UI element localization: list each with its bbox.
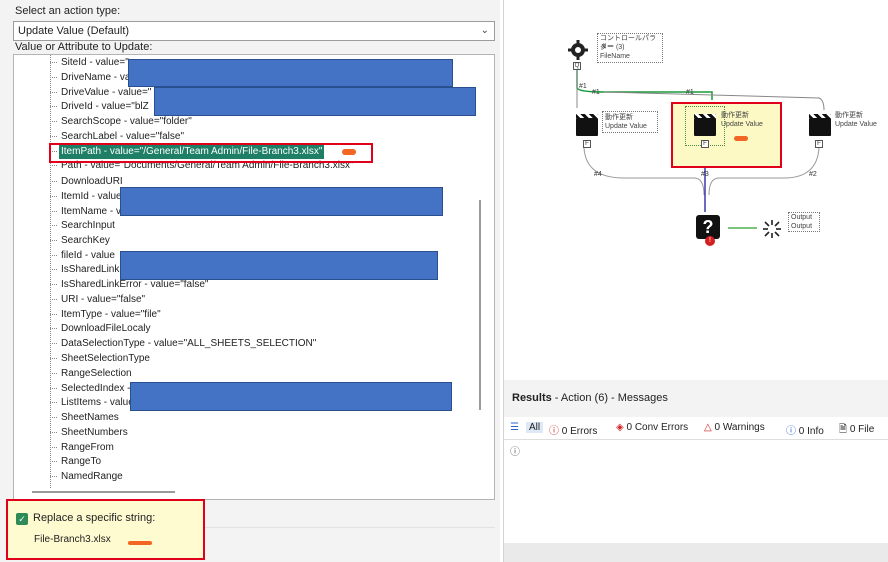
action-label-box: 動作更新 Update Value	[602, 111, 658, 133]
output-icon[interactable]	[761, 218, 783, 240]
tree-item[interactable]: RangeSelection	[50, 367, 134, 381]
update-target-label: Value or Attribute to Update:	[15, 41, 153, 53]
tree-item[interactable]: IsSharedLinkError - value="false"	[50, 278, 210, 292]
tree-item[interactable]: SearchInput	[50, 219, 117, 233]
redaction-block	[120, 187, 443, 216]
gear-icon[interactable]	[568, 40, 588, 60]
info-icon: ⓘ	[786, 426, 796, 437]
tree-item[interactable]: SearchScope - value="folder"	[50, 115, 194, 129]
action-type-value: Update Value (Default)	[18, 25, 130, 37]
filter-errors-button[interactable]: ⓘ 0 Errors	[549, 422, 597, 437]
anchor-q[interactable]: Q	[573, 62, 581, 70]
results-panel: Results - Action (6) - Messages ☰ All ⓘ …	[503, 380, 888, 562]
action-tool[interactable]	[576, 114, 598, 138]
output-label-box: Output Output	[788, 212, 820, 232]
tree-item[interactable]: DriveName - val	[50, 71, 135, 85]
control-parameter-label-box: コントロールパラメー ター (3) FileName	[597, 33, 663, 63]
configuration-panel: Select an action type: Update Value (Def…	[0, 0, 500, 562]
tree-item[interactable]: DownloadURI	[50, 175, 125, 189]
filter-info-button[interactable]: ⓘ 0 Info	[786, 422, 824, 437]
tree-item[interactable]: SearchLabel - value="false"	[50, 130, 186, 144]
tree-item[interactable]: RangeTo	[50, 455, 103, 469]
tree-item[interactable]: SelectedIndex -	[50, 382, 133, 396]
results-title: Results - Action (6) - Messages	[512, 392, 668, 404]
file-icon: 🗎	[839, 424, 848, 435]
clapper-icon	[694, 114, 716, 136]
tree-item[interactable]: SheetNumbers	[50, 426, 130, 440]
filter-files-button[interactable]: 🗎 0 File	[839, 422, 874, 439]
connection-label: #2	[809, 171, 817, 178]
tree-item[interactable]: RangeFrom	[50, 441, 116, 455]
redaction-block	[154, 87, 476, 116]
vertical-scrollbar[interactable]	[479, 200, 481, 410]
annotation-mark	[734, 136, 748, 141]
workflow-canvas[interactable]: コントロールパラメー ター (3) FileName Q #1 #1 #1 動作…	[503, 0, 888, 380]
tree-item[interactable]: SiteId - value="	[50, 56, 131, 70]
annotation-mark	[128, 541, 152, 545]
error-circle-icon: ⓘ	[549, 426, 559, 437]
tree-item[interactable]: SheetNames	[50, 411, 121, 425]
action-label: Update Value	[721, 121, 763, 128]
help-icon[interactable]: ⓘ	[510, 443, 520, 458]
action-tool-selected[interactable]	[694, 114, 716, 138]
results-filter-bar: ☰ All ⓘ 0 Errors ◈ 0 Conv Errors △ 0 War…	[504, 417, 888, 439]
tree-item[interactable]: IsSharedLink	[50, 263, 121, 277]
list-icon[interactable]: ☰	[510, 422, 519, 433]
connection-label: #4	[594, 171, 602, 178]
tree-item[interactable]: URI - value="false"	[50, 293, 147, 307]
connection-label: #1	[592, 89, 600, 96]
action-label: 動作更新	[835, 112, 863, 119]
action-label: Update Value	[835, 121, 877, 128]
tree-item[interactable]: ItemType - value="file"	[50, 308, 163, 322]
filter-conv-errors-button[interactable]: ◈ 0 Conv Errors	[616, 422, 688, 433]
tree-item[interactable]: ListItems - value	[50, 396, 136, 410]
anchor-f[interactable]: F	[583, 140, 591, 148]
highlight-annotation	[6, 499, 205, 560]
results-footer	[504, 543, 888, 562]
divider	[205, 527, 495, 528]
connections-layer	[576, 70, 825, 229]
tree-item[interactable]: SheetSelectionType	[50, 352, 152, 366]
connection-label: #1	[686, 89, 694, 96]
clapper-icon	[576, 114, 598, 136]
filter-warnings-button[interactable]: △ 0 Warnings	[704, 422, 765, 433]
annotation-mark	[342, 149, 356, 155]
results-messages-area[interactable]: ⓘ	[504, 439, 888, 543]
highlight-annotation	[49, 143, 373, 163]
warning-icon: △	[704, 422, 712, 433]
filter-all-button[interactable]: All	[526, 422, 544, 433]
redaction-block	[128, 59, 453, 87]
tree-item[interactable]: NamedRange	[50, 470, 125, 484]
redaction-block	[130, 382, 452, 411]
conv-error-icon: ◈	[616, 422, 624, 433]
error-icon: !	[705, 236, 715, 246]
tree-item[interactable]: SearchKey	[50, 234, 112, 248]
tree-item[interactable]: ItemId - value	[50, 190, 124, 204]
tree-item[interactable]: DataSelectionType - value="ALL_SHEETS_SE…	[50, 337, 318, 351]
horizontal-scrollbar[interactable]	[32, 491, 175, 493]
tree-item[interactable]: DriveId - value="blZ	[50, 100, 151, 114]
tree-item[interactable]: DriveValue - value="	[50, 86, 153, 100]
action-type-select[interactable]: Update Value (Default) ⌄	[13, 21, 495, 41]
anchor-f[interactable]: F	[701, 140, 709, 148]
redaction-block	[120, 251, 438, 280]
action-label: 動作更新	[721, 112, 749, 119]
connection-label: #1	[579, 83, 587, 90]
action-type-label: Select an action type:	[15, 5, 121, 17]
anchor-f[interactable]: F	[815, 140, 823, 148]
connection-label: #3	[701, 171, 709, 178]
chevron-down-icon: ⌄	[480, 25, 489, 36]
value-attribute-tree[interactable]: SiteId - value=" DriveName - val DriveVa…	[13, 54, 495, 500]
tree-item[interactable]: fileId - value	[50, 249, 117, 263]
clapper-icon	[809, 114, 831, 136]
action-tool[interactable]	[809, 114, 831, 138]
tree-item[interactable]: DownloadFileLocaly	[50, 322, 153, 336]
tree-item[interactable]: ItemName - va	[50, 205, 129, 219]
